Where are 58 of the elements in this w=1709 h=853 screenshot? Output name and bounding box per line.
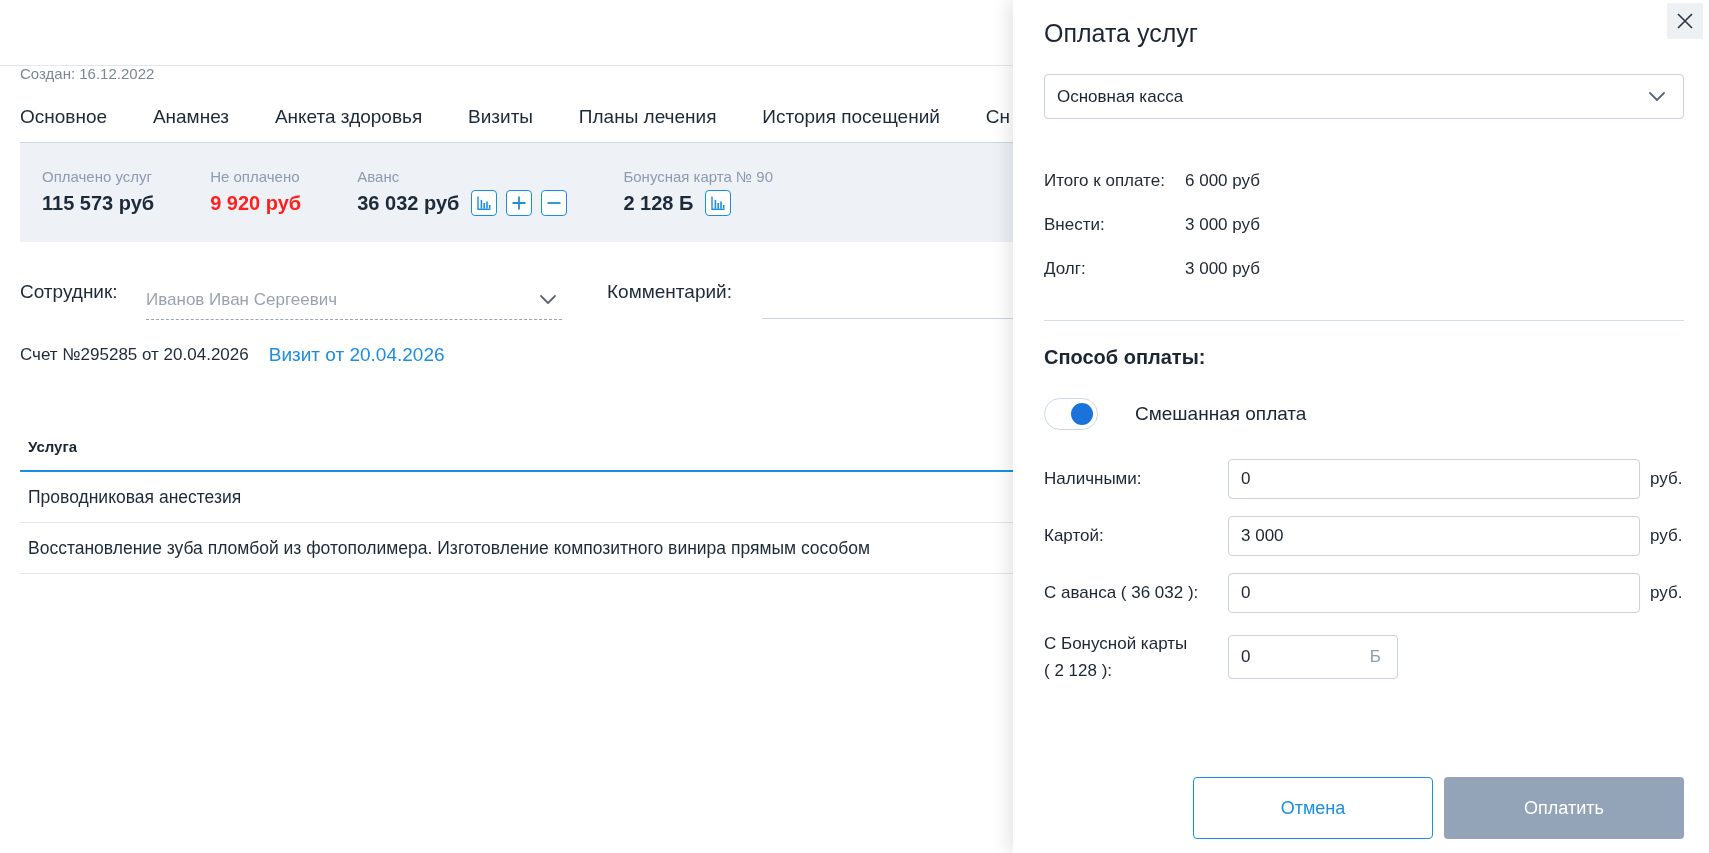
chevron-down-icon: [1649, 92, 1665, 101]
amount-field[interactable]: 0: [1228, 573, 1640, 613]
bar-chart-icon: [711, 196, 726, 210]
bar-chart-icon: [477, 196, 492, 210]
field-label: С аванса ( 36 032 ):: [1044, 582, 1200, 604]
table-cell-text: Проводниковая анестезия: [28, 486, 242, 509]
statistics-button[interactable]: [705, 190, 732, 216]
currency-unit: руб.: [1650, 525, 1683, 547]
total-label: Долг:: [1044, 258, 1087, 280]
total-label: Внести:: [1044, 214, 1106, 236]
balance-label: Оплачено услуг: [42, 168, 153, 186]
balance-amount: 9 920 руб: [210, 191, 302, 215]
payment-method-heading: Способ оплаты:: [1044, 345, 1206, 370]
plus-icon: [512, 196, 527, 210]
cashbox-select[interactable]: Основная касса: [1044, 74, 1684, 119]
chevron-down-icon: [540, 295, 556, 304]
statistics-button[interactable]: [471, 190, 498, 216]
cancel-button[interactable]: Отмена: [1193, 777, 1433, 839]
total-label: Итого к оплате:: [1044, 170, 1166, 192]
amount-field[interactable]: 0: [1228, 459, 1640, 499]
currency-unit: руб.: [1650, 582, 1683, 604]
field-label: Картой:: [1044, 525, 1105, 547]
tab[interactable]: Анамнез: [152, 106, 230, 128]
subtract-button[interactable]: [541, 190, 568, 216]
currency-unit: руб.: [1650, 468, 1683, 490]
field-label: Наличными:: [1044, 468, 1143, 490]
close-icon: [1677, 13, 1693, 29]
tab[interactable]: История посещений: [762, 106, 940, 128]
created-date: Создан: 16.12.2022: [20, 66, 155, 82]
minus-icon: [547, 202, 562, 204]
tab[interactable]: Сн: [985, 106, 1010, 128]
tab[interactable]: Основное: [20, 106, 108, 128]
tab[interactable]: Анкета здоровья: [274, 106, 423, 128]
comment-label: Комментарий:: [607, 280, 733, 304]
column-header: Услуга: [28, 437, 77, 457]
balance-amount: 115 573 руб: [42, 191, 155, 215]
tab[interactable]: Визиты: [468, 106, 533, 128]
balance-amount: 2 128 Б: [623, 191, 694, 215]
field-label: С Бонусной карты ( 2 128 ):: [1044, 633, 1189, 682]
total-value: 6 000 руб: [1185, 170, 1260, 192]
balance-amount: 36 032 руб: [357, 191, 460, 215]
total-value: 3 000 руб: [1185, 258, 1260, 280]
visit-link[interactable]: Визит от 20.04.2026: [268, 343, 445, 367]
bonus-unit: Б: [1369, 646, 1381, 668]
add-button[interactable]: [506, 190, 533, 216]
toggle-label: Смешанная оплата: [1135, 402, 1307, 426]
amount-field[interactable]: 3 000: [1228, 516, 1640, 556]
drawer-title: Оплата услуг: [1044, 18, 1198, 48]
mixed-payment-toggle[interactable]: [1044, 398, 1098, 430]
balance-label: Не оплачено: [210, 168, 300, 186]
tab[interactable]: Планы лечения: [578, 106, 717, 128]
total-value: 3 000 руб: [1185, 214, 1260, 236]
invoice-number: Счет №295285 от 20.04.2026: [20, 344, 249, 366]
employee-label: Сотрудник:: [20, 280, 119, 304]
balance-label: Аванс: [357, 168, 400, 186]
close-button[interactable]: [1667, 3, 1703, 39]
balance-label: Бонусная карта № 90: [623, 168, 774, 186]
table-cell-text: Восстановление зуба пломбой из фотополимера. Изготовление композитного винира прямым сособом: [28, 537, 871, 560]
